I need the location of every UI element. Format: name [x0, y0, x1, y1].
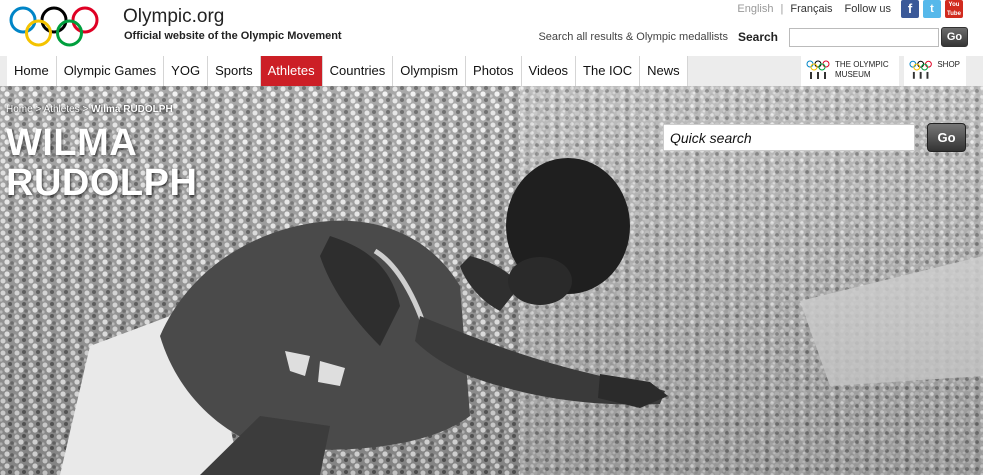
- ring-red: [71, 6, 99, 34]
- search-label: Search: [737, 30, 778, 44]
- museum-label-line2: MUSEUM: [835, 70, 871, 79]
- ring-yellow: [25, 19, 52, 47]
- language-bar: English | Français Follow us f t You Tub…: [737, 0, 963, 18]
- site-name[interactable]: Olympic.org: [123, 6, 224, 28]
- nav-item-olympic-games[interactable]: Olympic Games: [56, 56, 165, 86]
- youtube-icon[interactable]: You Tube: [945, 0, 963, 18]
- nav-item-home[interactable]: Home: [7, 56, 57, 86]
- nav-item-photos[interactable]: Photos: [466, 56, 522, 86]
- breadcrumb-athletes[interactable]: Athletes: [44, 104, 80, 115]
- site-tagline: Official website of the Olympic Movement: [124, 30, 342, 42]
- athlete-first-name: WILMA: [6, 122, 138, 164]
- search-go-button[interactable]: Go: [941, 27, 968, 47]
- header-search: Search all results & Olympic medallists …: [538, 27, 968, 47]
- breadcrumb-separator: >: [35, 104, 44, 115]
- museum-rings-icon: [806, 60, 830, 79]
- museum-label-line1: THE OLYMPIC: [835, 60, 889, 69]
- quick-search-input[interactable]: [663, 124, 915, 151]
- follow-us-label: Follow us: [844, 3, 891, 15]
- language-english[interactable]: English: [737, 3, 773, 15]
- museum-label: THE OLYMPIC MUSEUM: [835, 60, 889, 80]
- facebook-icon[interactable]: f: [901, 0, 919, 18]
- athlete-last-name: RUDOLPH: [6, 162, 198, 204]
- site-header: Olympic.org Official website of the Olym…: [0, 0, 983, 56]
- nav-item-yog[interactable]: YOG: [164, 56, 209, 86]
- ring-blue: [9, 6, 37, 34]
- nav-item-sports[interactable]: Sports: [208, 56, 261, 86]
- breadcrumb: Home > Athletes > Wilma RUDOLPH: [6, 104, 173, 115]
- main-navigation-bar: Home Olympic Games YOG Sports Athletes C…: [0, 56, 983, 86]
- language-francais[interactable]: Français: [790, 3, 832, 15]
- shop-rings-icon: [909, 60, 932, 79]
- nav-item-videos[interactable]: Videos: [521, 56, 577, 86]
- search-hint: Search all results & Olympic medallists: [538, 31, 728, 43]
- shop-link[interactable]: SHOP: [904, 56, 966, 86]
- olympic-museum-link[interactable]: THE OLYMPIC MUSEUM: [801, 56, 899, 86]
- athlete-hero: Home > Athletes > Wilma RUDOLPH WILMA RU…: [0, 86, 983, 475]
- shop-label: SHOP: [937, 60, 960, 69]
- quick-search-go-button[interactable]: Go: [927, 123, 966, 152]
- search-input[interactable]: [789, 27, 939, 47]
- nav-item-news[interactable]: News: [640, 56, 688, 86]
- twitter-icon[interactable]: t: [923, 0, 941, 18]
- breadcrumb-current: Wilma RUDOLPH: [91, 104, 173, 115]
- ring-green: [56, 19, 83, 47]
- breadcrumb-home[interactable]: Home: [6, 104, 33, 115]
- nav-item-athletes[interactable]: Athletes: [260, 56, 323, 86]
- nav-item-the-ioc[interactable]: The IOC: [576, 56, 641, 86]
- ring-black: [40, 6, 68, 34]
- page-title: WILMA RUDOLPH: [6, 123, 197, 203]
- olympic-rings-logo[interactable]: [8, 6, 100, 48]
- language-separator: |: [780, 3, 784, 15]
- nav-item-countries[interactable]: Countries: [322, 56, 394, 86]
- nav-item-olympism[interactable]: Olympism: [393, 56, 467, 86]
- page: Olympic.org Official website of the Olym…: [0, 0, 983, 475]
- breadcrumb-separator: >: [82, 104, 92, 115]
- main-navigation: Home Olympic Games YOG Sports Athletes C…: [7, 56, 688, 86]
